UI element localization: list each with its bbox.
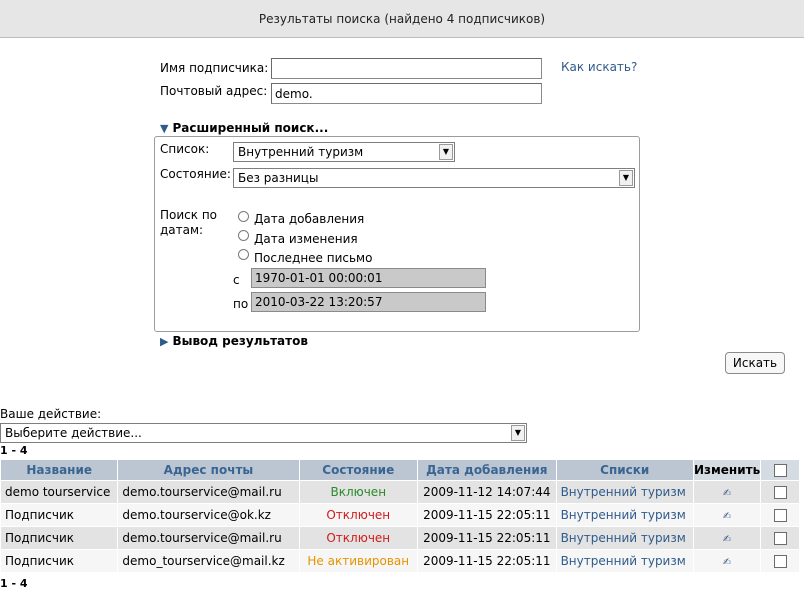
output-results-toggle[interactable]: ▶ Вывод результатов	[160, 334, 308, 348]
list-select[interactable]: Внутренний туризм ▼	[233, 142, 455, 162]
list-label: Список:	[160, 142, 210, 156]
action-select-value: Выберите действие...	[5, 426, 142, 440]
col-name-header[interactable]: Название	[0, 459, 119, 481]
cell-state: Отключен	[298, 503, 419, 527]
results-table: Название Адрес почты Состояние Дата доба…	[0, 459, 800, 573]
table-header-row: Название Адрес почты Состояние Дата доба…	[0, 459, 800, 481]
output-results-label: Вывод результатов	[172, 334, 308, 348]
email-input[interactable]: demo.	[271, 83, 542, 104]
how-to-search-link[interactable]: Как искать?	[561, 60, 637, 74]
advanced-search-label: Расширенный поиск...	[172, 121, 329, 135]
email-label: Почтовый адрес:	[160, 84, 268, 98]
row-checkbox[interactable]	[773, 532, 787, 545]
pencil-icon[interactable]: ✍	[723, 488, 731, 499]
date-from-input[interactable]: 1970-01-01 00:00:01	[251, 268, 486, 288]
advanced-search-toggle[interactable]: ▼ Расширенный поиск...	[160, 121, 328, 135]
pagination-top: 1 - 4	[0, 444, 28, 457]
cell-email: demo.tourservice@mail.ru	[117, 526, 300, 550]
cell-list-link[interactable]: Внутренний туризм	[555, 503, 694, 527]
cell-edit[interactable]: ✍	[692, 549, 762, 573]
radio-date-modified[interactable]	[238, 230, 249, 244]
cell-date: 2009-11-15 22:05:11	[417, 526, 557, 550]
radio-last-letter-label: Последнее письмо	[254, 251, 373, 265]
cell-state: Не активирован	[298, 549, 419, 573]
cell-select[interactable]	[760, 480, 800, 504]
subscriber-name-input[interactable]	[271, 58, 542, 79]
col-select-all-header[interactable]	[760, 459, 800, 481]
action-select[interactable]: Выберите действие... ▼	[0, 423, 527, 443]
page-title: Результаты поиска (найдено 4 подписчиков…	[0, 0, 804, 38]
col-date-header[interactable]: Дата добавления	[417, 459, 557, 481]
cell-select[interactable]	[760, 526, 800, 550]
pencil-icon[interactable]: ✍	[723, 534, 731, 545]
table-row: demo tourservice demo.tourservice@mail.ru…	[0, 480, 800, 504]
triangle-down-icon: ▼	[160, 122, 169, 135]
cell-name: Подписчик	[0, 549, 119, 573]
cell-state: Включен	[298, 480, 419, 504]
state-select-value: Без разницы	[238, 171, 319, 185]
pencil-icon[interactable]: ✍	[723, 511, 731, 522]
cell-select[interactable]	[760, 549, 800, 573]
cell-edit[interactable]: ✍	[692, 526, 762, 550]
select-all-checkbox[interactable]	[773, 464, 787, 477]
cell-email: demo_tourservice@mail.kz	[117, 549, 300, 573]
col-lists-header[interactable]: Списки	[555, 459, 694, 481]
pagination-bottom: 1 - 4	[0, 577, 28, 590]
table-row: Подписчик demo.tourservice@ok.kz Отключен 2…	[0, 503, 800, 527]
cell-date: 2009-11-15 22:05:11	[417, 549, 557, 573]
chevron-down-icon: ▼	[619, 170, 633, 186]
row-checkbox[interactable]	[773, 486, 787, 499]
subscriber-name-label: Имя подписчика:	[160, 61, 269, 75]
date-search-label-2: датам:	[160, 223, 204, 237]
row-checkbox[interactable]	[773, 509, 787, 522]
radio-last-letter[interactable]	[238, 249, 249, 263]
chevron-down-icon: ▼	[511, 425, 525, 441]
cell-edit[interactable]: ✍	[692, 503, 762, 527]
date-search-label-1: Поиск по	[160, 208, 218, 222]
cell-edit[interactable]: ✍	[692, 480, 762, 504]
cell-list-link[interactable]: Внутренний туризм	[555, 549, 694, 573]
radio-date-added[interactable]	[238, 211, 249, 225]
cell-list-link[interactable]: Внутренний туризм	[555, 526, 694, 550]
cell-date: 2009-11-15 22:05:11	[417, 503, 557, 527]
list-select-value: Внутренний туризм	[238, 145, 364, 159]
col-state-header[interactable]: Состояние	[298, 459, 419, 481]
cell-name: demo tourservice	[0, 480, 119, 504]
table-row: Подписчик demo_tourservice@mail.kz Не акти…	[0, 549, 800, 573]
date-to-label: по	[233, 297, 249, 311]
radio-date-modified-label: Дата изменения	[254, 232, 358, 246]
chevron-down-icon: ▼	[439, 144, 453, 160]
col-email-header[interactable]: Адрес почты	[117, 459, 300, 481]
cell-email: demo.tourservice@mail.ru	[117, 480, 300, 504]
cell-email: demo.tourservice@ok.kz	[117, 503, 300, 527]
cell-name: Подписчик	[0, 526, 119, 550]
radio-date-added-label: Дата добавления	[254, 212, 365, 226]
pencil-icon[interactable]: ✍	[723, 557, 731, 568]
row-checkbox[interactable]	[773, 555, 787, 568]
state-select[interactable]: Без разницы ▼	[233, 168, 635, 188]
table-row: Подписчик demo.tourservice@mail.ru Отключе…	[0, 526, 800, 550]
action-label: Ваше действие:	[0, 407, 102, 421]
search-button[interactable]: Искать	[725, 352, 785, 374]
cell-list-link[interactable]: Внутренний туризм	[555, 480, 694, 504]
cell-state: Отключен	[298, 526, 419, 550]
cell-name: Подписчик	[0, 503, 119, 527]
date-from-label: с	[233, 273, 240, 287]
cell-select[interactable]	[760, 503, 800, 527]
cell-date: 2009-11-12 14:07:44	[417, 480, 557, 504]
state-label: Состояние:	[160, 167, 231, 181]
triangle-right-icon: ▶	[160, 335, 169, 348]
date-to-input[interactable]: 2010-03-22 13:20:57	[251, 292, 486, 312]
col-edit-header: Изменить	[692, 459, 762, 481]
